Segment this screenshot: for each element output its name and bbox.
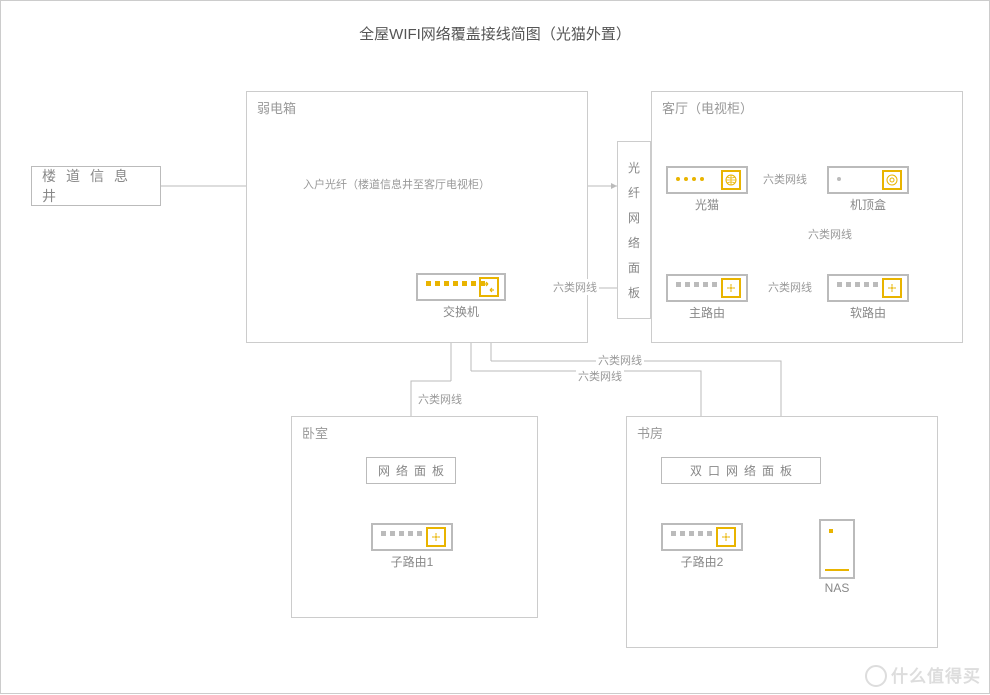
device-optical-modem <box>666 166 748 194</box>
cable-cat6-6: 六类网线 <box>576 368 624 384</box>
diagram-title: 全屋WIFI网络覆盖接线简图（光猫外置） <box>1 1 989 54</box>
label-main-router: 主路由 <box>666 304 748 321</box>
bedroom-network-panel: 网络面板 <box>366 457 456 484</box>
cable-cat6-4: 六类网线 <box>551 279 599 295</box>
cable-cat6-7: 六类网线 <box>596 352 644 368</box>
watermark-logo-icon <box>865 665 887 687</box>
wifi-icon <box>716 527 736 547</box>
cable-cat6-5: 六类网线 <box>416 391 464 407</box>
zone-label-weakbox: 弱电箱 <box>257 98 296 117</box>
device-nas <box>819 519 855 579</box>
wifi-icon <box>882 278 902 298</box>
label-child-router-1: 子路由1 <box>371 553 453 570</box>
globe-icon <box>721 170 741 190</box>
watermark: 什么值得买 <box>865 662 981 689</box>
label-soft-router: 软路由 <box>827 304 909 321</box>
device-child-router-1 <box>371 523 453 551</box>
zone-label-bedroom: 卧室 <box>302 423 328 442</box>
device-set-top-box <box>827 166 909 194</box>
label-switch: 交换机 <box>416 303 506 320</box>
target-icon <box>882 170 902 190</box>
device-soft-router <box>827 274 909 302</box>
corridor-info-well: 楼道信息井 <box>31 166 161 206</box>
cable-cat6-3: 六类网线 <box>766 279 814 295</box>
label-modem: 光猫 <box>666 196 748 213</box>
watermark-text: 什么值得买 <box>891 667 981 686</box>
cable-cat6-2: 六类网线 <box>806 226 854 242</box>
diagram-canvas: 全屋WIFI网络覆盖接线简图（光猫外置） <box>0 0 990 694</box>
study-dual-network-panel: 双口网络面板 <box>661 457 821 484</box>
zone-label-living: 客厅（电视柜） <box>662 98 753 117</box>
device-child-router-2 <box>661 523 743 551</box>
wifi-icon <box>426 527 446 547</box>
zone-bedroom: 卧室 <box>291 416 538 618</box>
cable-cat6-1: 六类网线 <box>761 171 809 187</box>
device-switch <box>416 273 506 301</box>
fiber-network-panel: 光纤网络面板 <box>617 141 651 319</box>
switch-icon <box>479 277 499 297</box>
device-main-router <box>666 274 748 302</box>
label-stb: 机顶盒 <box>827 196 909 213</box>
wifi-icon <box>721 278 741 298</box>
zone-label-study: 书房 <box>637 423 663 442</box>
cable-fiber-in: 入户光纤（楼道信息井至客厅电视柜） <box>301 176 492 192</box>
label-child-router-2: 子路由2 <box>661 553 743 570</box>
label-nas: NAS <box>801 581 873 595</box>
